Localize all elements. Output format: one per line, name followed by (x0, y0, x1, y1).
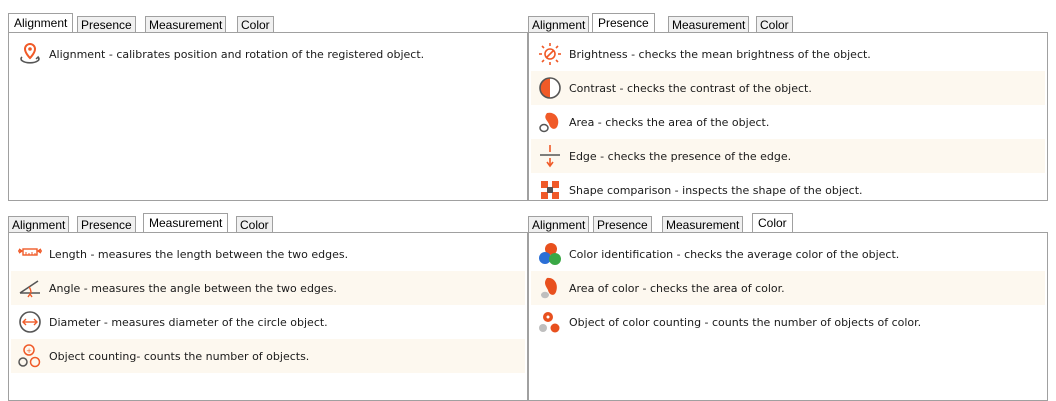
location-rotate-icon (17, 41, 43, 67)
list-item-color-area[interactable]: Area of color - checks the area of color… (531, 271, 1045, 305)
area-icon (537, 109, 563, 135)
length-icon (17, 241, 43, 267)
tab-presence[interactable]: Presence (593, 216, 652, 232)
list-item-area[interactable]: Area - checks the area of the object. (531, 105, 1045, 139)
color-identification-icon (537, 241, 563, 267)
tab-color[interactable]: Color (237, 16, 274, 32)
tab-alignment[interactable]: Alignment (528, 16, 590, 32)
item-label: Contrast - checks the contrast of the ob… (569, 81, 812, 95)
item-label: Area of color - checks the area of color… (569, 281, 785, 295)
svg-text:+: + (26, 347, 32, 355)
item-label: Area - checks the area of the object. (569, 115, 770, 129)
list-item-shape-comparison[interactable]: Shape comparison - inspects the shape of… (531, 173, 1045, 207)
measurement-list: Length - measures the length between the… (8, 232, 528, 401)
object-counting-icon: + (17, 343, 43, 369)
tab-color[interactable]: Color (756, 16, 793, 32)
tab-measurement[interactable]: Measurement (668, 16, 750, 32)
alignment-panel: Alignment Presence Measurement Color Ali… (8, 12, 528, 201)
item-label: Edge - checks the presence of the edge. (569, 149, 792, 163)
shape-comparison-icon (537, 177, 563, 203)
list-item-diameter[interactable]: Diameter - measures diameter of the circ… (11, 305, 525, 339)
tab-measurement[interactable]: Measurement (662, 216, 744, 232)
list-item-color-identification[interactable]: Color identification - checks the averag… (531, 237, 1045, 271)
brightness-icon (537, 41, 563, 67)
list-item-brightness[interactable]: Brightness - checks the mean brightness … (531, 37, 1045, 71)
tab-bar: Alignment Presence Measurement Color (528, 12, 1048, 32)
list-item-angle[interactable]: Angle - measures the angle between the t… (11, 271, 525, 305)
tab-presence[interactable]: Presence (77, 16, 136, 32)
item-label: Angle - measures the angle between the t… (49, 281, 337, 295)
list-item-contrast[interactable]: Contrast - checks the contrast of the ob… (531, 71, 1045, 105)
list-item-length[interactable]: Length - measures the length between the… (11, 237, 525, 271)
item-label: Object of color counting - counts the nu… (569, 315, 922, 329)
tab-color[interactable]: Color (752, 213, 793, 232)
tab-color[interactable]: Color (236, 216, 273, 232)
measurement-panel: Alignment Presence Measurement Color Len… (8, 212, 528, 401)
list-item-alignment[interactable]: Alignment - calibrates position and rota… (11, 37, 525, 71)
list-item-color-counting[interactable]: Object of color counting - counts the nu… (531, 305, 1045, 339)
item-label: Shape comparison - inspects the shape of… (569, 183, 863, 197)
list-item-object-counting[interactable]: + Object counting- counts the number of … (11, 339, 525, 373)
tab-bar: Alignment Presence Measurement Color (8, 12, 528, 32)
tab-presence[interactable]: Presence (592, 13, 655, 32)
color-panel: Alignment Presence Measurement Color Col… (528, 212, 1048, 401)
tab-presence[interactable]: Presence (77, 216, 136, 232)
alignment-list: Alignment - calibrates position and rota… (8, 32, 528, 201)
tab-measurement[interactable]: Measurement (145, 16, 227, 32)
tab-bar: Alignment Presence Measurement Color (8, 212, 528, 232)
tab-bar: Alignment Presence Measurement Color (528, 212, 1048, 232)
item-label: Color identification - checks the averag… (569, 247, 900, 261)
color-counting-icon (537, 309, 563, 335)
contrast-icon (537, 75, 563, 101)
tab-measurement[interactable]: Measurement (143, 213, 229, 232)
angle-icon (17, 275, 43, 301)
item-label: Alignment - calibrates position and rota… (49, 47, 425, 61)
list-item-edge[interactable]: Edge - checks the presence of the edge. (531, 139, 1045, 173)
tab-alignment[interactable]: Alignment (8, 13, 74, 32)
item-label: Object counting- counts the number of ob… (49, 349, 310, 363)
item-label: Length - measures the length between the… (49, 247, 349, 261)
edge-icon (537, 143, 563, 169)
color-area-icon (537, 275, 563, 301)
presence-panel: Alignment Presence Measurement Color Bri… (528, 12, 1048, 201)
item-label: Brightness - checks the mean brightness … (569, 47, 871, 61)
presence-list: Brightness - checks the mean brightness … (528, 32, 1048, 201)
diameter-icon (17, 309, 43, 335)
color-list: Color identification - checks the averag… (528, 232, 1048, 401)
tab-alignment[interactable]: Alignment (528, 216, 590, 232)
item-label: Diameter - measures diameter of the circ… (49, 315, 328, 329)
tab-alignment[interactable]: Alignment (8, 216, 70, 232)
